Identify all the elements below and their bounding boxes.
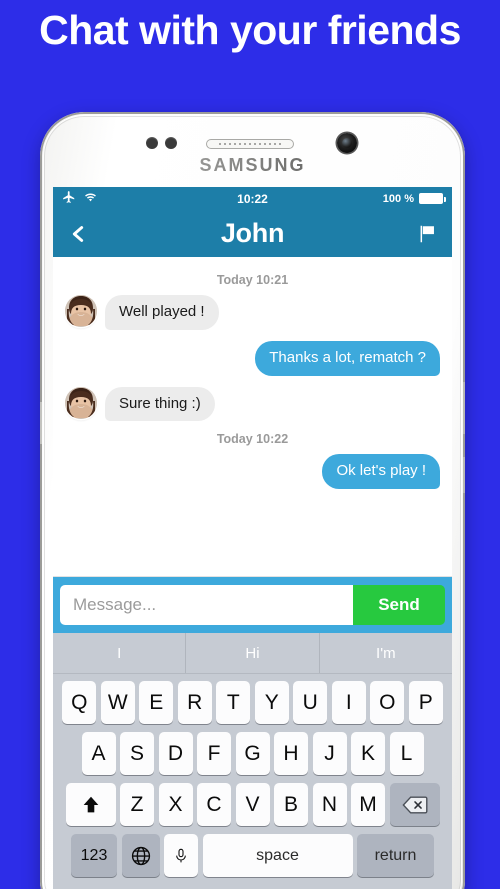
key-o[interactable]: O [370, 681, 405, 724]
message-bubble: Sure thing :) [100, 386, 215, 422]
message-bubble: Thanks a lot, rematch ? [255, 340, 445, 376]
status-bar-right: 100 % [382, 192, 447, 205]
phone-mockup: SAMSUNG 10:22 100 % John Today 10:21 Wel… [40, 112, 465, 889]
volume-button[interactable] [463, 382, 465, 434]
message-row-outgoing: Thanks a lot, rematch ? [65, 340, 445, 376]
key-m[interactable]: M [351, 783, 385, 826]
key-f[interactable]: F [197, 732, 231, 775]
status-bar-left [62, 190, 98, 207]
key-d[interactable]: D [158, 732, 193, 775]
key-y[interactable]: Y [254, 681, 289, 724]
keyboard-row-4: 123 space return [56, 834, 449, 877]
light-sensor-icon [165, 137, 177, 149]
key-p[interactable]: P [408, 681, 443, 724]
key-g[interactable]: G [235, 732, 270, 775]
numbers-key[interactable]: 123 [71, 834, 117, 877]
backspace-key[interactable] [389, 783, 440, 826]
airplane-icon [62, 190, 76, 207]
keyboard-row-3: Z X C V B N M [56, 783, 449, 826]
suggestion-3[interactable]: I'm [318, 633, 452, 673]
message-row-outgoing: Ok let's play ! [65, 454, 445, 489]
suggestion-1[interactable]: I [53, 633, 185, 673]
key-l[interactable]: L [389, 732, 424, 775]
phone-brand-label: SAMSUNG [40, 155, 465, 176]
page-title: Chat with your friends [39, 7, 461, 53]
status-bar: 10:22 100 % [53, 187, 452, 210]
microphone-icon [176, 848, 186, 862]
key-n[interactable]: N [312, 783, 347, 826]
battery-full-icon [419, 193, 447, 204]
key-s[interactable]: S [120, 732, 154, 775]
dictation-key[interactable] [164, 834, 198, 877]
language-key[interactable] [121, 834, 160, 877]
globe-icon [131, 846, 150, 865]
sensor-dots [146, 137, 177, 149]
key-a[interactable]: A [81, 732, 116, 775]
keyboard-row-2: A S D F G H J K L [56, 732, 449, 775]
key-z[interactable]: Z [120, 783, 154, 826]
avatar [65, 295, 97, 327]
chevron-left-icon [72, 225, 84, 242]
message-row-incoming: Well played ! [65, 295, 440, 330]
space-key[interactable]: space [202, 834, 353, 877]
chat-navbar: John [53, 210, 452, 257]
suggestion-2[interactable]: Hi [185, 633, 318, 673]
key-j[interactable]: J [312, 732, 347, 775]
backspace-icon [401, 796, 427, 813]
shift-key[interactable] [65, 783, 116, 826]
shift-arrow-icon [83, 796, 98, 812]
report-flag-button[interactable] [416, 222, 438, 246]
flag-icon [420, 225, 434, 242]
avatar-photo-icon [65, 295, 97, 327]
earpiece-speaker-icon [206, 139, 294, 149]
key-i[interactable]: I [331, 681, 366, 724]
keyboard-suggestion-bar: I Hi I'm [53, 633, 452, 674]
send-button[interactable]: Send [353, 585, 445, 625]
avatar-photo-icon [65, 386, 97, 419]
day-separator: Today 10:21 [216, 273, 289, 287]
keyboard-rows: Q W E R T Y U I O P A S D F G H J K L Z … [53, 674, 452, 889]
power-button[interactable] [463, 457, 465, 493]
wifi-icon [83, 190, 98, 207]
key-k[interactable]: K [351, 732, 385, 775]
battery-percent-label: 100 % [382, 192, 414, 205]
return-key[interactable]: return [357, 834, 434, 877]
key-u[interactable]: U [293, 681, 328, 724]
on-screen-keyboard: I Hi I'm Q W E R T Y U I O P A S D F G H… [53, 633, 452, 889]
conversation-list[interactable]: Today 10:21 Well played ! Thanks a lot, … [53, 257, 452, 577]
key-c[interactable]: C [197, 783, 231, 826]
message-row-incoming: Sure thing :) [65, 386, 440, 422]
message-bubble: Well played ! [100, 295, 219, 330]
key-r[interactable]: R [177, 681, 212, 724]
keyboard-row-1: Q W E R T Y U I O P [56, 681, 449, 724]
message-bubble: Ok let's play ! [322, 454, 445, 489]
avatar [65, 386, 97, 419]
key-w[interactable]: W [100, 681, 135, 724]
back-button[interactable] [67, 220, 89, 248]
phone-top-bezel: SAMSUNG [40, 112, 465, 184]
key-h[interactable]: H [274, 732, 308, 775]
chat-title: John [220, 218, 285, 248]
key-b[interactable]: B [274, 783, 308, 826]
message-input[interactable] [60, 585, 353, 625]
message-composer: Send [53, 577, 452, 633]
key-e[interactable]: E [139, 681, 174, 724]
day-separator: Today 10:22 [216, 432, 289, 447]
key-t[interactable]: T [216, 681, 251, 724]
key-v[interactable]: V [235, 783, 270, 826]
left-side-button[interactable] [40, 402, 42, 444]
front-camera-icon [337, 133, 357, 153]
proximity-sensor-icon [146, 137, 158, 149]
key-q[interactable]: Q [62, 681, 97, 724]
key-x[interactable]: X [158, 783, 193, 826]
phone-screen: 10:22 100 % John Today 10:21 Well played… [53, 187, 452, 889]
